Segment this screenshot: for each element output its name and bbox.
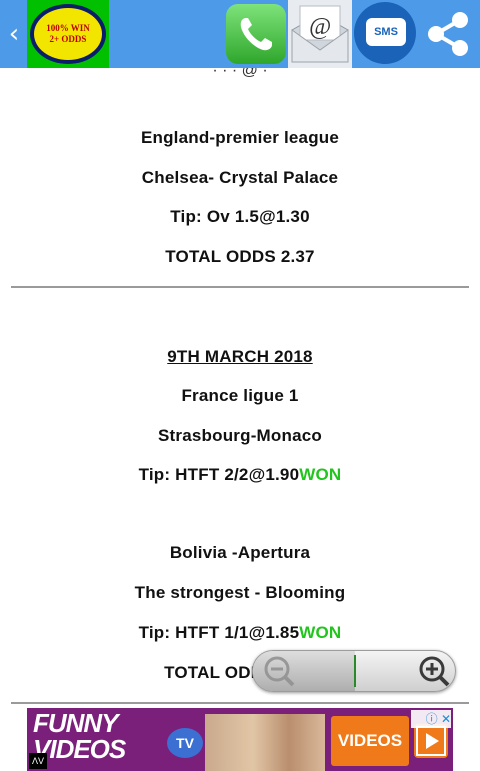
zoom-in-icon xyxy=(419,656,450,687)
league-name: England-premier league xyxy=(140,128,340,147)
zoom-out-icon xyxy=(264,656,295,687)
match-name: The strongest - Blooming xyxy=(134,583,346,602)
match-name: Strasbourg-Monaco xyxy=(158,426,322,445)
ad-choices[interactable]: ⓘ ✕ xyxy=(411,710,451,728)
logo-text-line2: 2+ ODDS xyxy=(49,34,87,44)
phone-icon xyxy=(226,4,286,64)
ad-tv-badge: TV xyxy=(167,728,203,758)
result-badge: WON xyxy=(299,623,342,642)
league-name: France ligue 1 xyxy=(181,386,299,405)
ad-banner[interactable]: FUNNY VIDEOS TV VIDEOS ⓘ ✕ ΛV xyxy=(27,708,453,771)
zoom-out-button[interactable] xyxy=(253,651,355,691)
info-icon[interactable]: ⓘ xyxy=(426,712,438,726)
result-badge: WON xyxy=(299,465,342,484)
section-divider xyxy=(11,286,469,288)
email-button[interactable]: @ xyxy=(288,0,352,68)
match-name: Chelsea- Crystal Palace xyxy=(141,168,339,187)
share-button[interactable] xyxy=(416,0,480,68)
svg-text:@: @ xyxy=(309,14,331,40)
zoom-in-button[interactable] xyxy=(356,651,456,691)
tip-line: Tip: HTFT 2/2@1.90WON xyxy=(0,465,480,485)
play-icon xyxy=(416,726,446,756)
tip-text: Tip: HTFT 1/1@1.85 xyxy=(138,623,300,642)
clipped-text: · · · @ · xyxy=(212,68,268,79)
league-name: Bolivia -Apertura xyxy=(169,543,311,562)
ad-network-logo: ΛV xyxy=(29,753,47,769)
zoom-control xyxy=(252,650,456,692)
date-text: 9TH MARCH 2018 xyxy=(167,347,313,366)
ad-title-line2: VIDEOS xyxy=(33,734,126,764)
play-button[interactable] xyxy=(414,724,448,758)
logo-text-line1: 100% WIN xyxy=(46,23,90,33)
share-icon xyxy=(428,12,468,56)
app-logo[interactable]: 100% WIN 2+ ODDS xyxy=(27,0,109,68)
ad-title-line1: FUNNY xyxy=(33,708,119,738)
tip-line: Tip: HTFT 1/1@1.85WON xyxy=(0,623,480,643)
logo-badge: 100% WIN 2+ ODDS xyxy=(30,4,106,64)
phone-button[interactable] xyxy=(224,0,288,68)
tips-content: · · · @ · England-premier league Chelsea… xyxy=(0,68,480,704)
total-odds: TOTAL ODDS 2.37 xyxy=(165,247,315,266)
tip-text: Tip: Ov 1.5@1.30 xyxy=(170,207,310,226)
sms-button[interactable]: SMS xyxy=(352,0,416,68)
back-button[interactable]: ‹ xyxy=(4,18,24,50)
close-icon[interactable]: ✕ xyxy=(441,712,451,726)
ad-videos-button[interactable]: VIDEOS xyxy=(331,716,409,766)
date-heading: 9TH MARCH 2018 xyxy=(0,347,480,367)
ad-image xyxy=(205,714,325,771)
ad-area: FUNNY VIDEOS TV VIDEOS ⓘ ✕ ΛV xyxy=(0,704,480,771)
sms-label: SMS xyxy=(366,18,406,46)
tip-text: Tip: HTFT 2/2@1.90 xyxy=(138,465,300,484)
sms-icon: SMS xyxy=(354,2,416,64)
email-icon: @ xyxy=(291,5,349,63)
ad-title: FUNNY VIDEOS xyxy=(33,710,163,762)
top-bar: ‹ 100% WIN 2+ ODDS @ SMS xyxy=(0,0,480,68)
